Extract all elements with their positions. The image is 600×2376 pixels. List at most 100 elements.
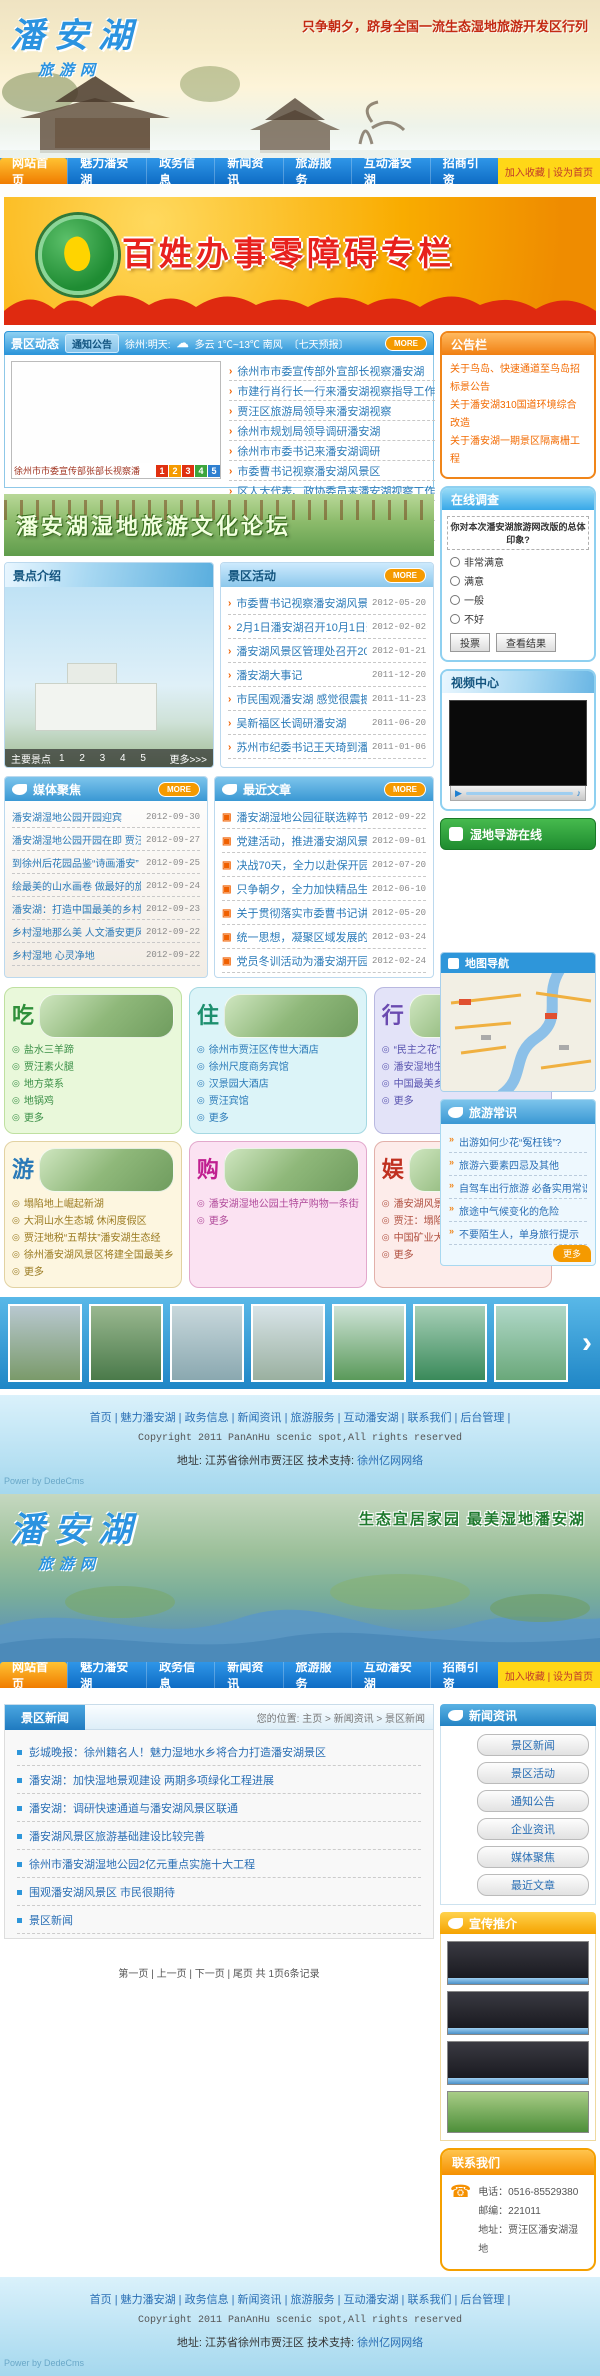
card-link[interactable]: ◎徐州潘安湖风景区将建全国最美乡	[12, 1247, 174, 1264]
sidebar-menu-item[interactable]: 通知公告	[477, 1790, 589, 1812]
article-link[interactable]: ▣党员冬训活动为潘安湖开园运营再2012-02-24	[222, 949, 426, 973]
slider-page-button[interactable]: 5	[208, 465, 220, 477]
map-image[interactable]	[441, 973, 595, 1091]
strip-photo[interactable]	[413, 1304, 487, 1382]
media-link[interactable]: 绘最美的山水画卷 做最好的旅游2012-09-24	[12, 874, 200, 897]
promo-video-thumbnail[interactable]	[447, 1991, 589, 2035]
volume-icon[interactable]: ♪	[577, 788, 582, 798]
promo-video-thumbnail[interactable]	[447, 1941, 589, 1985]
tip-link[interactable]: »出游如何少花“冤枉钱”?	[449, 1130, 587, 1153]
sidebar-menu-item[interactable]: 企业资讯	[477, 1818, 589, 1840]
card-link[interactable]: ◎更多	[12, 1264, 174, 1281]
intro-more-link[interactable]: 更多>>>	[169, 751, 207, 766]
footer-links[interactable]: 首页 | 魅力潘安湖 | 政务信息 | 新闻资讯 | 旅游服务 | 互动潘安湖 …	[0, 2291, 600, 2307]
dynamics-tab[interactable]: 通知公告	[65, 334, 119, 353]
slider-page-button[interactable]: 2	[169, 465, 181, 477]
card-link[interactable]: ◎徐州市贾汪区传世大酒店	[197, 1042, 359, 1059]
activities-more-button[interactable]: MORE	[384, 568, 426, 583]
strip-photo[interactable]	[8, 1304, 82, 1382]
card-link[interactable]: ◎更多	[197, 1213, 359, 1230]
view-results-button[interactable]: 查看结果	[496, 633, 556, 652]
recent-more-button[interactable]: MORE	[384, 782, 426, 797]
news-article-link[interactable]: 景区新闻	[17, 1906, 421, 1934]
scenic-intro-photo[interactable]: 主要景点 1 2 3 4 5 更多>>>	[5, 587, 213, 767]
card-link[interactable]: ◎地锅鸡	[12, 1093, 174, 1110]
news-article-link[interactable]: 徐州市潘安湖湿地公园2亿元重点实施十大工程	[17, 1850, 421, 1878]
sidebar-menu-item[interactable]: 媒体聚焦	[477, 1846, 589, 1868]
tips-more-button[interactable]: 更多	[553, 1245, 591, 1262]
card-link[interactable]: ◎更多	[12, 1110, 174, 1127]
strip-photo[interactable]	[494, 1304, 568, 1382]
activity-link[interactable]: ›苏州市纪委书记王天琦到潘安湖视2011-01-06	[228, 735, 426, 759]
nav-item[interactable]: 新闻资讯	[214, 1662, 282, 1688]
forum-banner[interactable]: 潘安湖湿地旅游文化论坛	[4, 494, 434, 556]
card-photo[interactable]	[39, 994, 174, 1038]
card-link[interactable]: ◎盐水三羊蹄	[12, 1042, 174, 1059]
card-photo[interactable]	[224, 994, 359, 1038]
card-link[interactable]: ◎贾汪素火腿	[12, 1059, 174, 1076]
news-link[interactable]: ›徐州市规划局领导调研潘安湖	[229, 421, 435, 441]
slider-page-button[interactable]: 1	[156, 465, 168, 477]
weather-forecast-link[interactable]: 〔七天预报〕	[289, 336, 349, 351]
card-link[interactable]: ◎汉景园大酒店	[197, 1076, 359, 1093]
media-link[interactable]: 潘安湖湿地公园开园迎宾2012-09-30	[12, 805, 200, 828]
survey-option[interactable]: 非常满意	[442, 552, 594, 571]
news-article-link[interactable]: 围观潘安湖风景区 市民很期待	[17, 1878, 421, 1906]
news-article-link[interactable]: 潘安湖：加快湿地景观建设 两期多项绿化工程进展	[17, 1766, 421, 1794]
section-tab[interactable]: 景区新闻	[5, 1705, 85, 1730]
radio-button[interactable]	[450, 614, 460, 624]
article-link[interactable]: ▣统一思想，凝聚区域发展的合力2012-03-24	[222, 925, 426, 949]
nav-item[interactable]: 政务信息	[146, 158, 214, 184]
activity-link[interactable]: ›潘安湖大事记2011-12-20	[228, 663, 426, 687]
radio-button[interactable]	[450, 595, 460, 605]
tip-link[interactable]: »不要陌生人，单身旅行提示	[449, 1222, 587, 1245]
survey-option[interactable]: 不好	[442, 609, 594, 628]
nav-item[interactable]: 互动潘安湖	[351, 158, 430, 184]
card-link[interactable]: ◎地方菜系	[12, 1076, 174, 1093]
strip-photo[interactable]	[332, 1304, 406, 1382]
activity-link[interactable]: ›市民围观潘安湖 感觉很震撼2011-11-23	[228, 687, 426, 711]
footer-support-link[interactable]: 徐州亿网网络	[357, 1455, 423, 1467]
sidebar-menu-item[interactable]: 最近文章	[477, 1874, 589, 1896]
card-link[interactable]: ◎徐州尺度商务宾馆	[197, 1059, 359, 1076]
photo-slider[interactable]: 徐州市市委宣传部张部长视察潘 12345	[11, 361, 221, 479]
news-link[interactable]: ›贾汪区旅游局领导来潘安湖视察	[229, 401, 435, 421]
article-link[interactable]: ▣潘安湖湿地公园征联选粹节选2012-09-22	[222, 805, 426, 829]
sidebar-menu-item[interactable]: 景区活动	[477, 1762, 589, 1784]
article-link[interactable]: ▣决战70天，全力以赴保开园2012-07-20	[222, 853, 426, 877]
favorite-sethome-links[interactable]: 加入收藏 | 设为首页	[498, 158, 600, 184]
news-article-link[interactable]: 潘安湖：调研快速通道与潘安湖风景区联通	[17, 1794, 421, 1822]
card-link[interactable]: ◎更多	[197, 1110, 359, 1127]
article-link[interactable]: ▣党建活动，推进潘安湖风景区建设2012-09-01	[222, 829, 426, 853]
card-link[interactable]: ◎大洞山水生态城 休闲度假区	[12, 1213, 174, 1230]
nav-item[interactable]: 魅力潘安湖	[67, 1662, 146, 1688]
article-link[interactable]: ▣关于贯彻落实市委曹书记讲话精神2012-05-20	[222, 901, 426, 925]
nav-item[interactable]: 旅游服务	[283, 158, 351, 184]
nav-item[interactable]: 魅力潘安湖	[67, 158, 146, 184]
nav-item[interactable]: 招商引资	[430, 1662, 498, 1688]
activity-link[interactable]: ›2月1日潘安湖召开10月1日开园活2012-02-02	[228, 615, 426, 639]
notice-link[interactable]: 关于潘安湖一期景区隔离栅工程	[450, 433, 586, 469]
activity-link[interactable]: ›市委曹书记视察潘安湖风景区2012-05-20	[228, 591, 426, 615]
dynamics-more-button[interactable]: MORE	[385, 336, 427, 351]
promo-video-thumbnail[interactable]	[447, 2041, 589, 2085]
nav-item[interactable]: 新闻资讯	[214, 158, 282, 184]
media-link[interactable]: 潘安湖：打造中国最美的乡村湿地2012-09-23	[12, 897, 200, 920]
card-link[interactable]: ◎贾汪地税“五帮扶”潘安湖生态经	[12, 1230, 174, 1247]
media-link[interactable]: 到徐州后花园品鉴“诗画潘安”2012-09-25	[12, 851, 200, 874]
strip-photo[interactable]	[251, 1304, 325, 1382]
footer-links[interactable]: 首页 | 魅力潘安湖 | 政务信息 | 新闻资讯 | 旅游服务 | 互动潘安湖 …	[0, 1409, 600, 1425]
news-link[interactable]: ›徐州市市委书记来潘安湖调研	[229, 441, 435, 461]
nav-item[interactable]: 招商引资	[430, 158, 498, 184]
news-link[interactable]: ›徐州市市委宣传部外宣部长视察潘安湖	[229, 361, 435, 381]
nav-item[interactable]: 网站首页	[0, 158, 67, 184]
zero-obstacle-banner[interactable]: 百姓办事零障碍专栏	[4, 197, 596, 325]
promo-photo[interactable]	[447, 2091, 589, 2133]
notice-link[interactable]: 关于潘安湖310国道环境综合改造	[450, 397, 586, 433]
media-link[interactable]: 潘安湖湿地公园开园在即 贾汪2012-09-27	[12, 828, 200, 851]
slider-page-button[interactable]: 3	[182, 465, 194, 477]
article-link[interactable]: ▣只争朝夕，全力加快精品生态景区2012-06-10	[222, 877, 426, 901]
nav-item[interactable]: 互动潘安湖	[351, 1662, 430, 1688]
vote-button[interactable]: 投票	[450, 633, 490, 652]
activity-link[interactable]: ›吴新福区长调研潘安湖2011-06-20	[228, 711, 426, 735]
